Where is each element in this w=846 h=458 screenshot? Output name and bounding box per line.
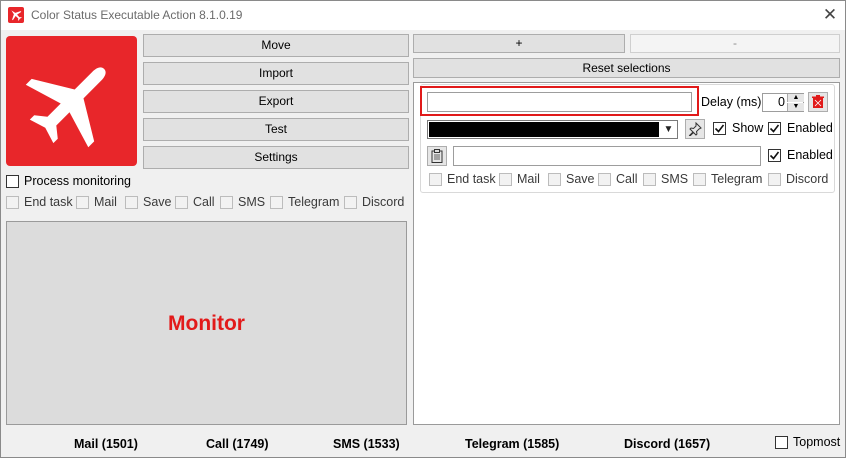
entry-call-checkbox[interactable]: [598, 173, 611, 186]
entry-save-label: Save: [566, 172, 595, 186]
left-end-task-label: End task: [24, 195, 73, 209]
left-mail-checkbox[interactable]: [76, 196, 89, 209]
call-count: Call (1749): [206, 437, 269, 451]
enabled2-checkbox[interactable]: [768, 149, 781, 162]
left-call-checkbox[interactable]: [175, 196, 188, 209]
checkmark-icon: [769, 124, 780, 133]
left-telegram-label: Telegram: [288, 195, 340, 209]
left-mail-label: Mail: [94, 195, 117, 209]
delay-label: Delay (ms): [701, 95, 762, 109]
spin-down-icon[interactable]: ▼: [787, 103, 804, 111]
delete-entry-button[interactable]: [808, 92, 828, 112]
checkmark-icon: [714, 124, 725, 133]
entry-sms-label: SMS: [661, 172, 689, 186]
entry-mail-checkbox[interactable]: [499, 173, 512, 186]
color-swatch: [429, 122, 659, 137]
monitor-panel[interactable]: Monitor: [6, 221, 407, 425]
monitor-label: Monitor: [168, 312, 245, 335]
checkmark-icon: [769, 151, 780, 160]
reset-selections-button[interactable]: Reset selections: [413, 58, 840, 78]
settings-button[interactable]: Settings: [143, 146, 409, 169]
left-save-checkbox[interactable]: [125, 196, 138, 209]
left-telegram-checkbox[interactable]: [270, 196, 283, 209]
delay-spinner[interactable]: 0 ▲ ▼: [762, 93, 804, 112]
left-call-label: Call: [193, 195, 215, 209]
entry-telegram-label: Telegram: [711, 172, 763, 186]
topmost-label: Topmost: [793, 435, 841, 449]
name-input[interactable]: [427, 92, 692, 112]
entry-call-label: Call: [616, 172, 638, 186]
clipboard-button[interactable]: [427, 146, 447, 166]
add-button[interactable]: +: [413, 34, 625, 53]
discord-count: Discord (1657): [624, 437, 711, 451]
clipboard-icon: [431, 149, 443, 163]
entry-end-task-checkbox[interactable]: [429, 173, 442, 186]
airplane-icon: [25, 67, 106, 148]
delay-value: 0: [778, 95, 785, 109]
left-discord-label: Discord: [362, 195, 405, 209]
entry-sms-checkbox[interactable]: [643, 173, 656, 186]
entry-telegram-checkbox[interactable]: [693, 173, 706, 186]
mail-count: Mail (1501): [74, 437, 138, 451]
test-button[interactable]: Test: [143, 118, 409, 141]
topmost-checkbox[interactable]: [775, 436, 788, 449]
enabled-label: Enabled: [787, 121, 833, 135]
entry-save-checkbox[interactable]: [548, 173, 561, 186]
left-save-label: Save: [143, 195, 172, 209]
process-monitoring-label: Process monitoring: [24, 174, 131, 188]
entry-discord-label: Discord: [786, 172, 829, 186]
telegram-count: Telegram (1585): [465, 437, 560, 451]
import-button[interactable]: Import: [143, 62, 409, 85]
app-airplane-icon: [8, 7, 24, 23]
close-icon[interactable]: ✕: [820, 5, 840, 25]
chevron-down-icon[interactable]: ▼: [659, 120, 678, 139]
window-title: Color Status Executable Action 8.1.0.19: [31, 8, 243, 22]
pin-icon: [688, 121, 702, 137]
process-monitoring-checkbox[interactable]: [6, 175, 19, 188]
pin-button[interactable]: [685, 119, 705, 139]
path-input[interactable]: [453, 146, 761, 166]
show-label: Show: [732, 121, 764, 135]
show-checkbox[interactable]: [713, 122, 726, 135]
remove-button[interactable]: -: [630, 34, 840, 53]
app-logo: [6, 36, 137, 166]
left-sms-label: SMS: [238, 195, 266, 209]
sms-count: SMS (1533): [333, 437, 400, 451]
left-end-task-checkbox[interactable]: [6, 196, 19, 209]
enabled-checkbox[interactable]: [768, 122, 781, 135]
trash-icon: [812, 95, 824, 108]
entry-discord-checkbox[interactable]: [768, 173, 781, 186]
export-button[interactable]: Export: [143, 90, 409, 113]
entry-end-task-label: End task: [447, 172, 496, 186]
spin-up-icon[interactable]: ▲: [787, 94, 804, 102]
entry-mail-label: Mail: [517, 172, 540, 186]
move-button[interactable]: Move: [143, 34, 409, 57]
left-sms-checkbox[interactable]: [220, 196, 233, 209]
enabled2-label: Enabled: [787, 148, 833, 162]
left-discord-checkbox[interactable]: [344, 196, 357, 209]
